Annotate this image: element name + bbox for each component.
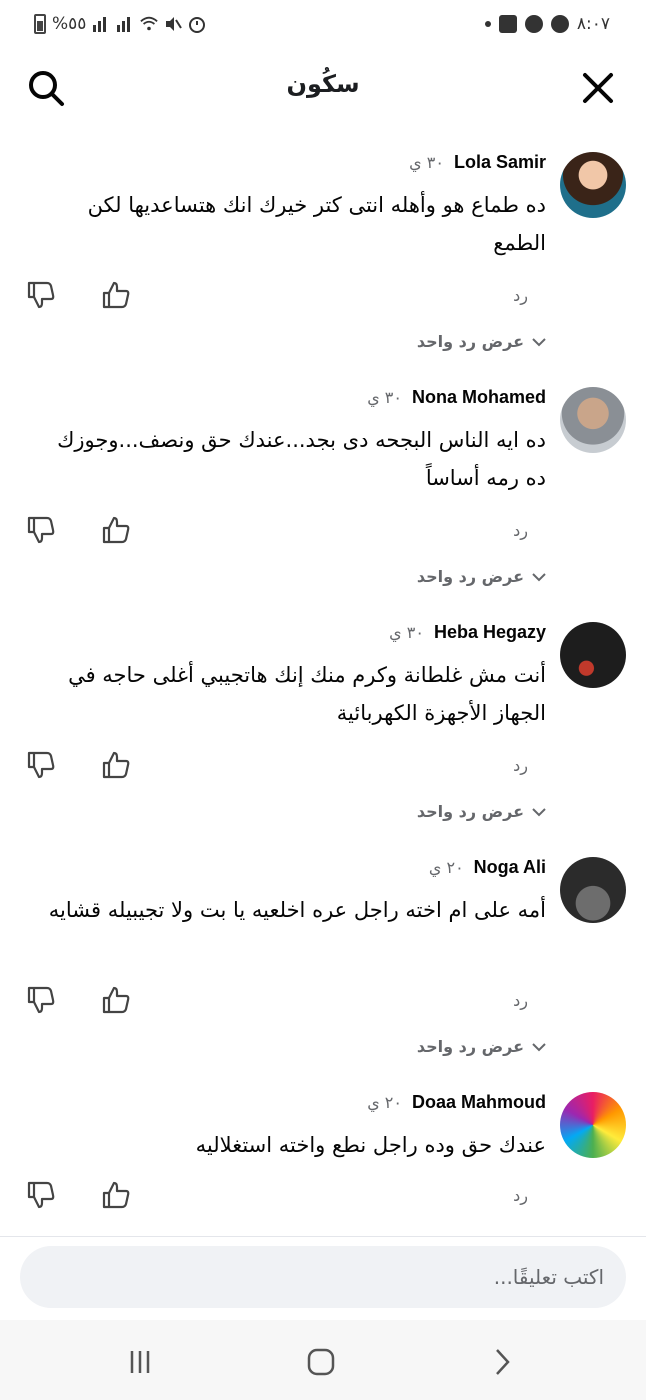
view-replies-button[interactable]: عرض رد واحد [417, 332, 546, 351]
comment-author[interactable]: Heba Hegazy [434, 622, 546, 643]
comment-header: ٢٠ ي Noga Ali [429, 857, 546, 878]
signal-icon [117, 17, 131, 32]
close-button[interactable] [576, 66, 620, 110]
back-button[interactable] [482, 1342, 522, 1382]
dislike-icon[interactable] [26, 515, 56, 545]
home-icon [307, 1348, 335, 1376]
notification-dot-icon [484, 21, 491, 27]
chevron-down-icon [532, 807, 546, 816]
avatar[interactable] [560, 1092, 626, 1158]
view-replies-label: عرض رد واحد [416, 802, 524, 821]
like-icon[interactable] [101, 985, 131, 1015]
page-title: سكُون [286, 70, 360, 98]
home-button[interactable] [301, 1342, 341, 1382]
like-icon[interactable] [101, 750, 131, 780]
recent-apps-button[interactable] [120, 1342, 160, 1382]
dislike-icon[interactable] [26, 750, 56, 780]
alarm-icon [189, 17, 206, 33]
reply-button[interactable]: رد [513, 521, 528, 540]
comment-time: ٣٠ ي [367, 388, 402, 407]
view-replies-label: عرض رد واحد [416, 332, 524, 351]
like-icon[interactable] [101, 515, 131, 545]
facebook-icon [524, 15, 543, 33]
avatar[interactable] [560, 387, 626, 453]
like-icon[interactable] [101, 1180, 131, 1210]
view-replies-button[interactable]: عرض رد واحد [417, 1037, 546, 1056]
comment: ٣٠ ي Heba Hegazy أنت مش غلطانة وكرم منك … [0, 610, 646, 840]
like-icon[interactable] [101, 280, 131, 310]
comment: ٢٠ ي Doaa Mahmoud عندك حق وده راجل نطع و… [0, 1080, 646, 1230]
comment: ٣٠ ي Nona Mohamed ده ايه الناس البجحه دى… [0, 375, 646, 605]
comment-input[interactable] [20, 1246, 626, 1308]
comment-time: ٣٠ ي [389, 623, 424, 642]
comment-text: ده ايه الناس البجحه دى بجد...عندك حق ونص… [57, 428, 546, 490]
avatar[interactable] [560, 857, 626, 923]
back-icon [496, 1349, 510, 1375]
dislike-icon[interactable] [26, 985, 56, 1015]
recent-apps-icon [130, 1351, 150, 1373]
divider [0, 1236, 646, 1237]
clock: ٨:٠٧ [576, 14, 610, 34]
comment-header: ٢٠ ي Doaa Mahmoud [367, 1092, 546, 1113]
avatar[interactable] [560, 152, 626, 218]
comment-header: ٣٠ ي Heba Hegazy [389, 622, 546, 643]
status-bar: %٥٥ ٨:٠٧ [0, 0, 646, 52]
avatar[interactable] [560, 622, 626, 688]
reply-button[interactable]: رد [513, 286, 528, 305]
comment-author[interactable]: Doaa Mahmoud [412, 1092, 546, 1113]
battery-icon [34, 14, 46, 34]
gallery-icon [498, 15, 517, 33]
view-replies-button[interactable]: عرض رد واحد [417, 802, 546, 821]
signal-icon [93, 17, 107, 32]
wifi-icon [140, 16, 159, 31]
comment: ٢٠ ي Noga Ali أمه على ام اخته راجل عره ا… [0, 845, 646, 1075]
comment-time: ٢٠ ي [428, 858, 464, 877]
status-left: %٥٥ [34, 14, 206, 34]
comment-text: أمه على ام اخته راجل عره اخلعيه يا بت ول… [48, 898, 546, 922]
comment-text: ده طماع هو وأهله انتى كتر خيرك انك هتساع… [87, 193, 546, 255]
comment-author[interactable]: Lola Samir [454, 152, 546, 173]
comment-time: ٢٠ ي [367, 1093, 402, 1112]
mute-icon [166, 17, 183, 31]
comment-text: عندك حق وده راجل نطع واخته استغلاليه [195, 1133, 546, 1157]
comment-author[interactable]: Nona Mohamed [412, 387, 546, 408]
reply-button[interactable]: رد [513, 1186, 528, 1205]
header: سكُون [0, 60, 646, 116]
dislike-icon[interactable] [26, 280, 56, 310]
reply-button[interactable]: رد [513, 991, 528, 1010]
view-replies-label: عرض رد واحد [416, 567, 524, 586]
comment-text: أنت مش غلطانة وكرم منك إنك هاتجيبي أغلى … [68, 663, 546, 725]
comment-author[interactable]: Noga Ali [474, 857, 546, 878]
dislike-icon[interactable] [26, 1180, 56, 1210]
chevron-down-icon [532, 1042, 546, 1051]
chevron-down-icon [532, 337, 546, 346]
chevron-down-icon [532, 572, 546, 581]
comment: ٣٠ ي Lola Samir ده طماع هو وأهله انتى كت… [0, 140, 646, 370]
system-nav-bar [0, 1320, 646, 1400]
comment-time: ٣٠ ي [409, 153, 444, 172]
reply-button[interactable]: رد [513, 756, 528, 775]
messenger-icon [550, 15, 569, 33]
comment-header: ٣٠ ي Lola Samir [409, 152, 546, 173]
comment-header: ٣٠ ي Nona Mohamed [367, 387, 546, 408]
view-replies-label: عرض رد واحد [416, 1037, 524, 1056]
view-replies-button[interactable]: عرض رد واحد [417, 567, 546, 586]
status-right: ٨:٠٧ [484, 14, 610, 34]
close-icon [583, 73, 613, 103]
battery-level: %٥٥ [52, 14, 87, 34]
